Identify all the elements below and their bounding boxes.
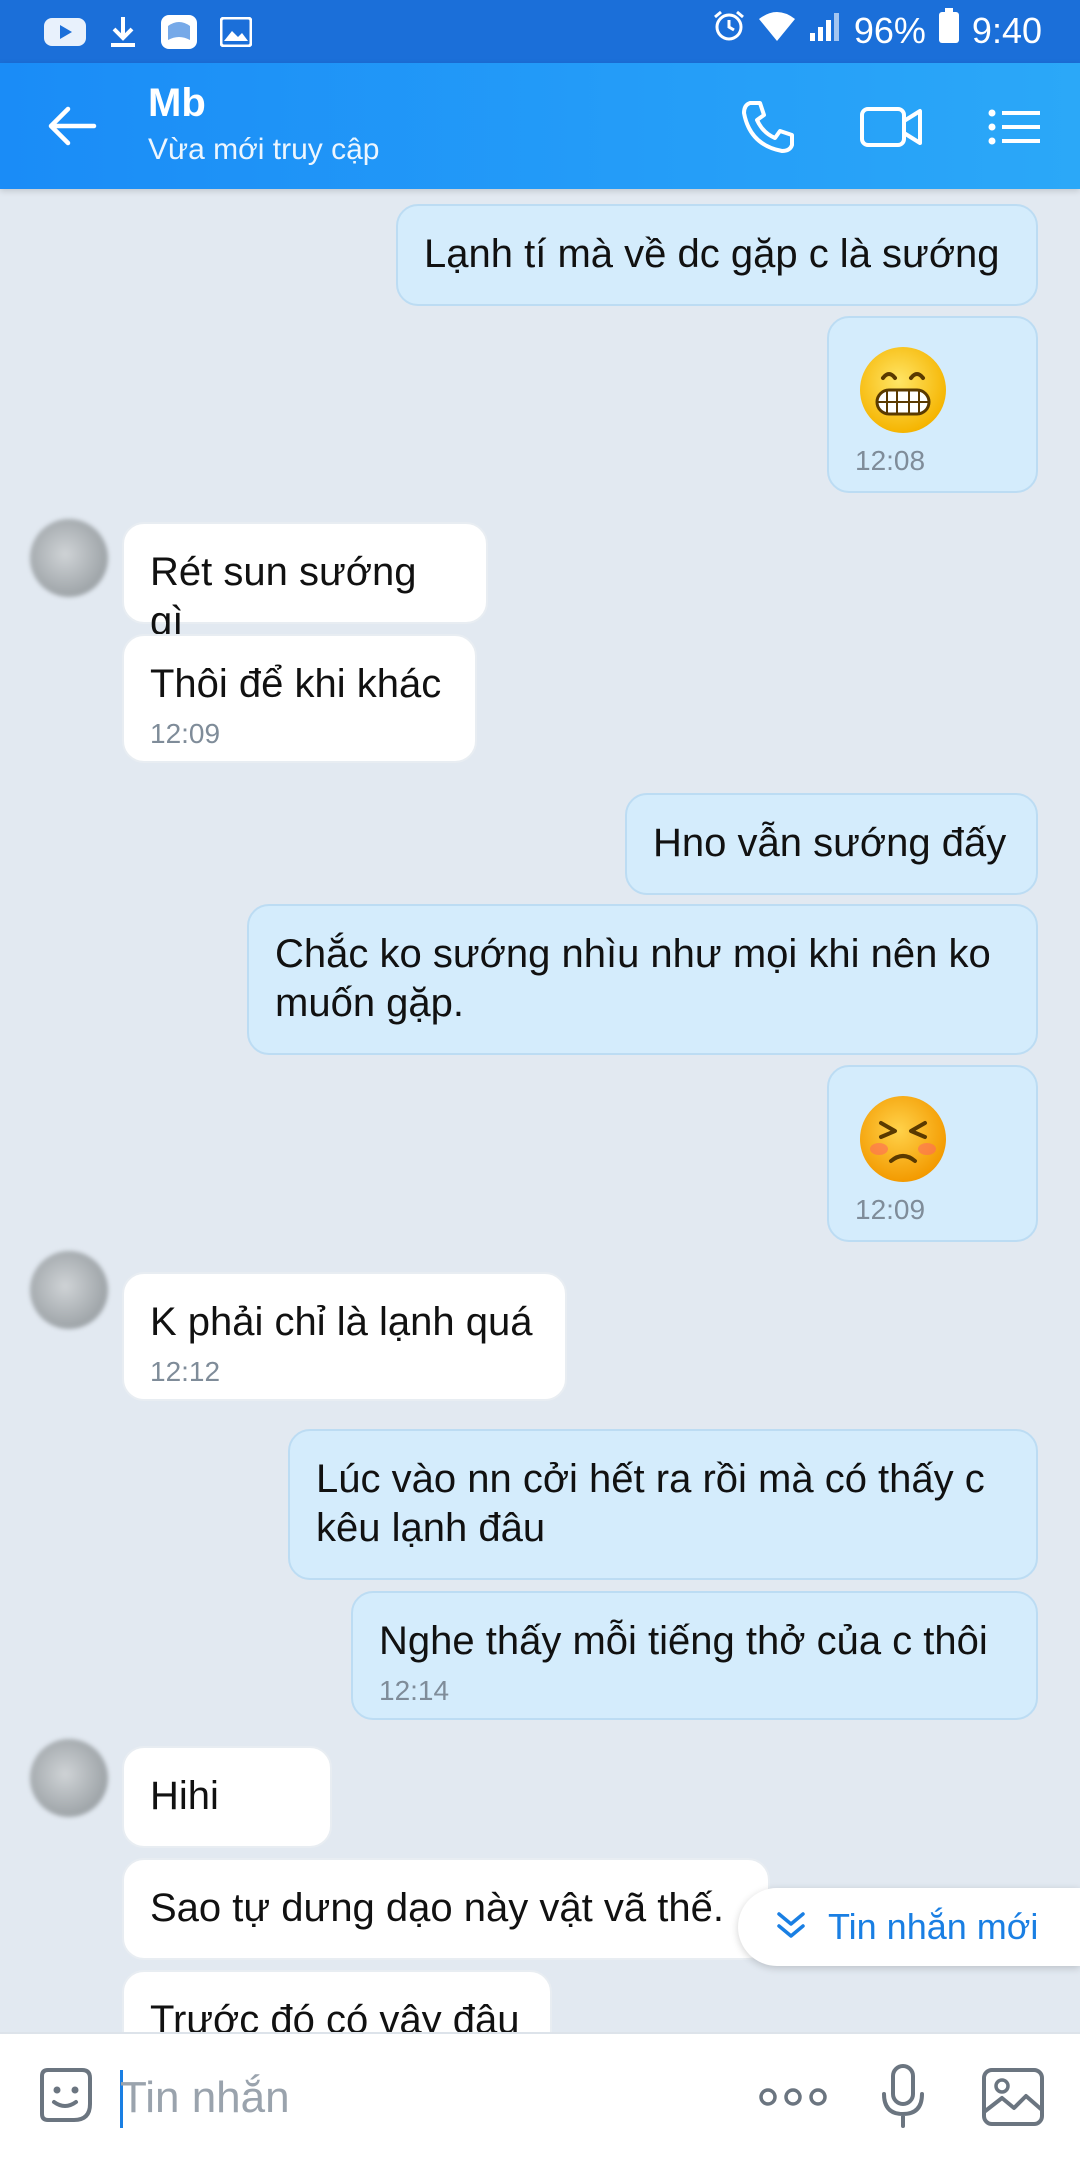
message-input[interactable] [120,2062,720,2134]
message-text: Rét sun sướng gì [150,550,417,643]
message-time: 12:09 [855,1194,926,1225]
message-time: 12:14 [379,1675,450,1706]
voice-record-button[interactable] [878,2062,928,2135]
incoming-message[interactable]: Hihi [122,1746,332,1848]
sticker-button[interactable] [34,2064,96,2131]
outgoing-message[interactable]: 12:08 [827,316,1038,493]
message-text: Chắc ko sướng nhìu như mọi khi nên ko mu… [275,932,991,1025]
incoming-message[interactable]: Rét sun sướng gì [122,522,488,643]
image-attach-button[interactable] [980,2066,1046,2133]
contact-avatar[interactable] [30,1739,108,1817]
signal-icon [808,10,842,52]
message-text: Trước đó có vậy đâu [150,1998,520,2032]
contact-status: Vừa mới truy cập [148,133,380,166]
youtube-icon [44,16,86,53]
message-time: 12:09 [150,718,221,749]
chat-header: Mb Vừa mới truy cập [0,63,1080,189]
battery-percent: 96% [853,9,926,51]
message-time: 12:08 [855,445,926,476]
annoyed-face-emoji-icon [857,1093,949,1185]
incoming-message[interactable]: K phải chỉ là lạnh quá 12:12 [122,1272,567,1401]
status-bar: 96% 9:40 [0,0,1080,63]
message-text: Lúc vào nn cởi hết ra rồi mà có thấy c k… [316,1457,985,1550]
incoming-message[interactable]: Thôi để khi khác 12:09 [122,634,477,763]
message-text: Hihi [150,1774,219,1818]
outgoing-message[interactable]: Chắc ko sướng nhìu như mọi khi nên ko mu… [247,904,1038,1055]
image-icon [982,2068,1044,2126]
ellipsis-icon [759,2088,827,2106]
more-options-button[interactable] [758,2082,828,2117]
contact-avatar[interactable] [30,1251,108,1329]
download-icon [108,15,138,54]
message-list[interactable]: Lạnh tí mà về dc gặp c là sướng 12:08 Ré… [0,189,1080,2032]
message-text: K phải chỉ là lạnh quá [150,1300,533,1344]
outgoing-message[interactable]: 12:09 [827,1065,1038,1242]
back-button[interactable] [44,101,100,151]
grinning-face-emoji-icon [857,344,949,436]
outgoing-message[interactable]: Nghe thấy mỗi tiếng thở của c thôi 12:14 [351,1591,1038,1720]
alarm-icon [712,9,746,52]
list-menu-icon [988,109,1040,145]
back-arrow-icon [48,106,97,146]
microphone-icon [882,2064,924,2128]
message-text: Nghe thấy mỗi tiếng thở của c thôi [379,1619,988,1663]
sticker-face-icon [40,2068,92,2122]
message-text: Hno vẫn sướng đấy [653,821,1007,865]
message-text: Sao tự dưng dạo này vật vã thế. [150,1886,724,1930]
incoming-message[interactable]: Sao tự dưng dạo này vật vã thế. [122,1858,770,1960]
video-call-button[interactable] [858,95,922,159]
new-message-button[interactable]: Tin nhắn mới [738,1888,1080,1966]
new-message-label: Tin nhắn mới [828,1906,1039,1947]
message-text: Thôi để khi khác [150,662,442,706]
phone-icon [742,101,794,153]
wifi-icon [758,10,796,52]
gallery-icon [219,16,253,52]
contact-name[interactable]: Mb [148,81,206,126]
voice-call-button[interactable] [736,95,800,159]
messenger-icon [160,14,198,55]
menu-button[interactable] [986,95,1050,159]
clock: 9:40 [971,9,1042,51]
message-input-bar [0,2032,1080,2160]
battery-icon [938,8,960,53]
video-camera-icon [860,107,922,147]
outgoing-message[interactable]: Hno vẫn sướng đấy [625,793,1038,895]
message-time: 12:12 [150,1356,221,1387]
double-chevron-down-icon [774,1908,808,1947]
contact-avatar[interactable] [30,519,108,597]
incoming-message[interactable]: Trước đó có vậy đâu [122,1970,552,2032]
outgoing-message[interactable]: Lạnh tí mà về dc gặp c là sướng [396,204,1038,306]
outgoing-message[interactable]: Lúc vào nn cởi hết ra rồi mà có thấy c k… [288,1429,1038,1580]
message-text: Lạnh tí mà về dc gặp c là sướng [424,232,1000,276]
